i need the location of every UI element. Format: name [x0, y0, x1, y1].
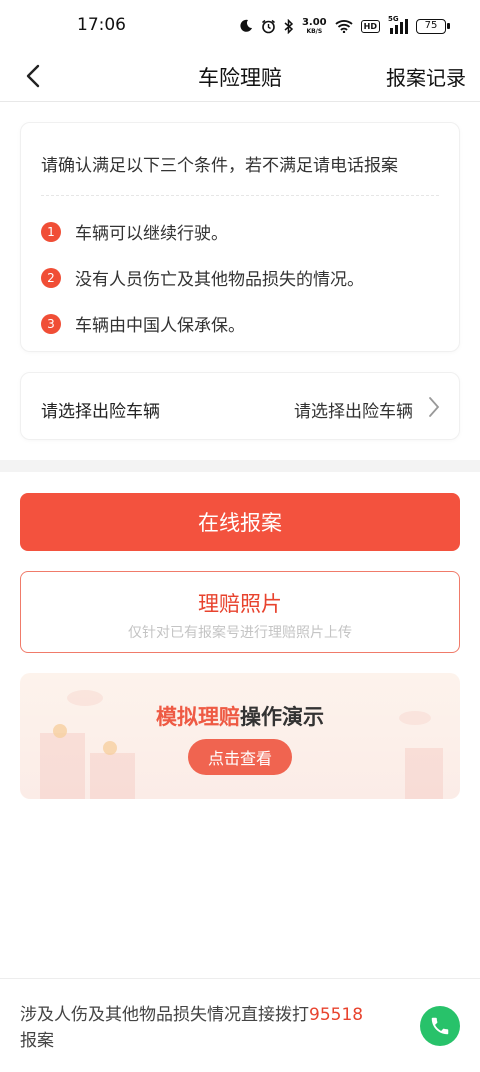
phone-icon: [431, 1017, 449, 1035]
claim-photos-subtitle: 仅针对已有报案号进行理赔照片上传: [128, 625, 352, 641]
condition-text: 车辆由中国人保承保。: [75, 316, 245, 336]
section-divider: [0, 460, 480, 472]
demo-title-rest: 操作演示: [240, 705, 324, 729]
hd-badge: HD: [360, 19, 380, 33]
hotline-number[interactable]: 95518: [309, 1005, 363, 1025]
net-speed: 3.00 KB/S: [301, 16, 327, 35]
net-speed-unit: KB/S: [306, 27, 323, 35]
condition-number: 3: [41, 313, 61, 334]
footer-notice: 涉及人伤及其他物品损失情况直接拨打95518 报案: [20, 1002, 400, 1054]
claim-photos-button[interactable]: 理赔照片 仅针对已有报案号进行理赔照片上传: [20, 571, 460, 653]
status-bar: 17:06 3.00 KB/S HD 5G 75: [0, 0, 480, 52]
moon-icon: [239, 19, 253, 33]
net-speed-value: 3.00: [301, 16, 327, 28]
condition-number: 1: [41, 221, 61, 242]
signal-label: 5G: [388, 14, 399, 23]
top-nav: 车险理赔 报案记录: [0, 52, 480, 102]
status-time: 17:06: [77, 15, 126, 35]
footer-text-before: 涉及人伤及其他物品损失情况直接拨打: [20, 1005, 309, 1025]
signal-icon: 5G: [388, 15, 408, 34]
banner-illustration: [40, 690, 443, 799]
conditions-heading: 请确认满足以下三个条件，若不满足请电话报案: [41, 156, 398, 176]
battery-icon: 75: [416, 18, 450, 34]
condition-number: 2: [41, 267, 61, 288]
condition-text: 没有人员伤亡及其他物品损失的情况。: [75, 270, 364, 290]
wifi-icon: [335, 19, 353, 33]
vehicle-select-value[interactable]: 请选择出险车辆: [294, 397, 413, 422]
conditions-card: 请确认满足以下三个条件，若不满足请电话报案 1 车辆可以继续行驶。 2 没有人员…: [20, 122, 460, 352]
footer-divider: [0, 978, 480, 979]
condition-item: 2 没有人员伤亡及其他物品损失的情况。: [41, 265, 364, 290]
status-icons: 3.00 KB/S HD 5G 75: [239, 15, 450, 36]
footer-text-after: 报案: [20, 1031, 54, 1051]
online-report-button[interactable]: 在线报案: [20, 493, 460, 551]
call-button[interactable]: [420, 1006, 460, 1046]
vehicle-select-row[interactable]: 请选择出险车辆 请选择出险车辆: [20, 372, 460, 440]
demo-title-highlight: 模拟理赔: [156, 705, 240, 729]
view-demo-button[interactable]: 点击查看: [188, 739, 292, 775]
condition-text: 车辆可以继续行驶。: [75, 224, 228, 244]
divider: [41, 195, 439, 196]
condition-item: 3 车辆由中国人保承保。: [41, 311, 245, 336]
demo-banner[interactable]: 模拟理赔操作演示 点击查看: [20, 673, 460, 799]
vehicle-label: 请选择出险车辆: [41, 402, 160, 422]
condition-item: 1 车辆可以继续行驶。: [41, 219, 228, 244]
demo-title: 模拟理赔操作演示: [20, 701, 460, 731]
claim-photos-title: 理赔照片: [198, 592, 282, 616]
bluetooth-icon: [284, 18, 294, 34]
chevron-right-icon: [427, 395, 441, 419]
alarm-icon: [261, 19, 276, 34]
report-records-link[interactable]: 报案记录: [386, 62, 466, 91]
